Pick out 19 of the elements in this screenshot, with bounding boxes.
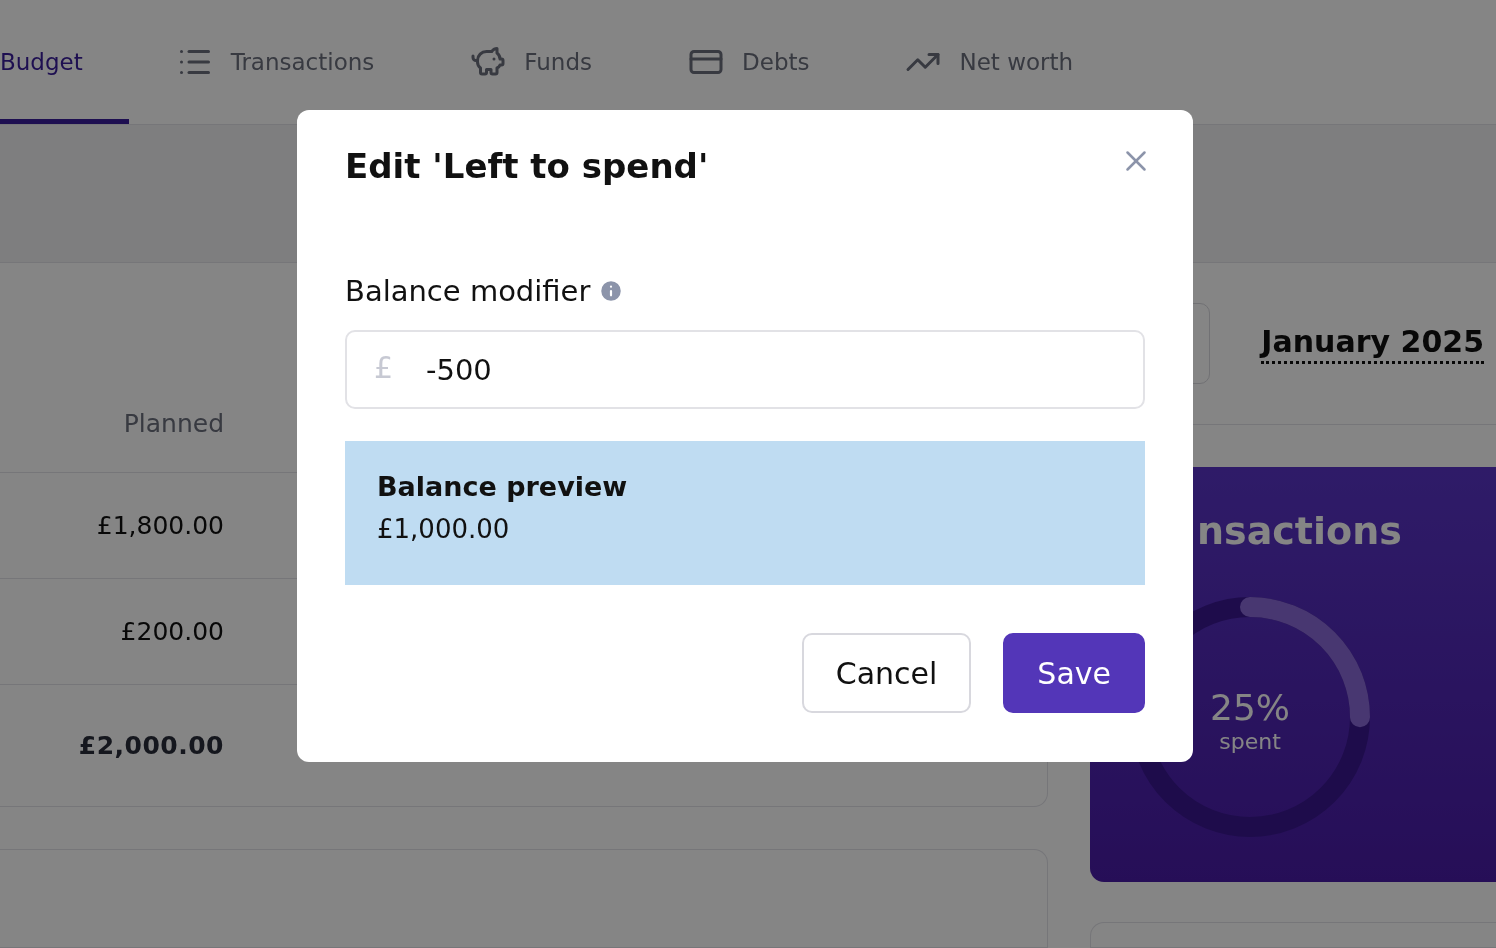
nav-tab[interactable]: Funds (422, 0, 640, 124)
caption-label: spent (1218, 729, 1282, 754)
cancel-button[interactable]: Cancel (801, 633, 972, 713)
nav-tab[interactable]: Net worth (857, 0, 1122, 124)
table-cell-text: £1,800.00 (95, 511, 224, 540)
total-cell-text: £2,000.00 (77, 730, 224, 760)
month-link[interactable]: January 2025 (1261, 323, 1484, 364)
nav-tab[interactable]: Transactions (128, 0, 423, 124)
nav-tab[interactable]: Debts (640, 0, 858, 124)
card-title: nsactions (1197, 509, 1402, 553)
preview-title: Balance preview (377, 471, 629, 502)
percent-label: 25% (1210, 687, 1290, 728)
preview-value: £1,000.00 (377, 514, 511, 544)
column-header: Planned (122, 409, 224, 438)
table-cell-text: £200.00 (119, 617, 224, 646)
currency-symbol: £ (374, 350, 394, 385)
dialog-title: Edit 'Left to spend' (345, 146, 709, 186)
save-button[interactable]: Save (1003, 633, 1145, 713)
field-label: Balance modifier (345, 274, 591, 308)
